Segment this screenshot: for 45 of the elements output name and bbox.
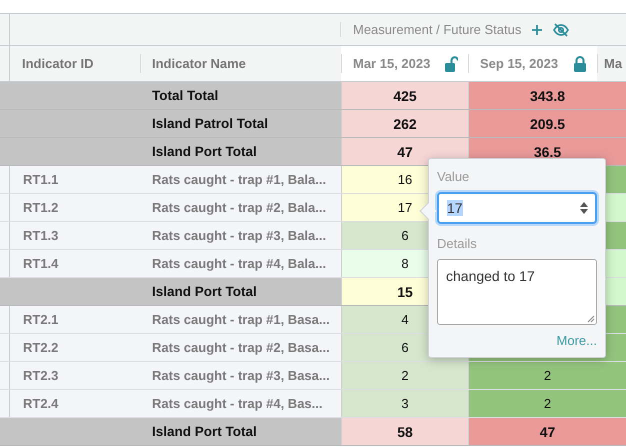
indicator-id: RT2.3 xyxy=(23,368,58,383)
value-cell[interactable]: 2 xyxy=(468,390,626,417)
value-cell[interactable]: 2 xyxy=(468,362,626,389)
value-cell[interactable]: 2 xyxy=(341,362,468,389)
total-label: Island Port Total xyxy=(152,424,257,439)
value-cell[interactable]: 209.5 xyxy=(468,110,626,137)
value-cell[interactable]: 47 xyxy=(468,418,626,445)
indicator-name: Rats caught - trap #2, Basa... xyxy=(152,340,330,355)
plus-icon[interactable] xyxy=(531,24,544,36)
lock-icon[interactable] xyxy=(573,56,587,72)
value-cell[interactable]: 425 xyxy=(341,82,468,109)
indicator-name: Rats caught - trap #4, Bala... xyxy=(152,256,326,271)
indicator-id: RT1.2 xyxy=(23,200,58,215)
value-cell[interactable]: 3 xyxy=(341,390,468,417)
field-label: Value xyxy=(437,169,470,184)
column-group-title: Measurement / Future Status xyxy=(353,22,522,37)
column-header[interactable]: Ma xyxy=(604,56,622,71)
unlocked-lock-icon[interactable] xyxy=(444,56,458,72)
total-label: Island Port Total xyxy=(152,284,257,299)
indicator-name: Rats caught - trap #1, Basa... xyxy=(152,312,330,327)
total-label: Island Patrol Total xyxy=(152,116,268,131)
indicator-id: RT2.1 xyxy=(23,312,58,327)
value-cell[interactable]: 47 xyxy=(341,138,468,165)
hidden-eye-icon[interactable] xyxy=(553,22,570,36)
resize-grip-icon[interactable] xyxy=(587,315,595,323)
value-cell[interactable]: 262 xyxy=(341,110,468,137)
value-cell[interactable]: 343.8 xyxy=(468,82,626,109)
total-label: Total Total xyxy=(152,88,218,103)
spinner-icon[interactable] xyxy=(579,201,589,215)
indicator-id: RT1.4 xyxy=(23,256,58,271)
indicator-id: RT1.1 xyxy=(23,172,58,187)
indicator-id: RT2.2 xyxy=(23,340,58,355)
total-label: Island Port Total xyxy=(152,144,257,159)
indicator-id: RT1.3 xyxy=(23,228,58,243)
value-cell[interactable]: 58 xyxy=(341,418,468,445)
indicator-name: Rats caught - trap #4, Bas... xyxy=(152,396,322,411)
indicator-name: Rats caught - trap #1, Bala... xyxy=(152,172,326,187)
indicator-name: Rats caught - trap #3, Bala... xyxy=(152,228,326,243)
column-header[interactable]: Indicator ID xyxy=(22,56,94,71)
details-field[interactable]: changed to 17 xyxy=(437,259,597,325)
column-header[interactable]: Indicator Name xyxy=(152,56,246,71)
indicator-name: Rats caught - trap #3, Basa... xyxy=(152,368,330,383)
indicator-id: RT2.4 xyxy=(23,396,58,411)
value-field[interactable]: 17 xyxy=(437,192,597,224)
indicator-name: Rats caught - trap #2, Bala... xyxy=(152,200,326,215)
